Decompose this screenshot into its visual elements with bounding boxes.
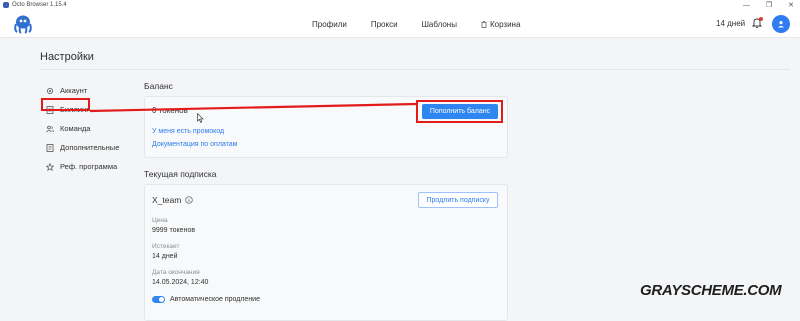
days-left-indicator: 14 дней xyxy=(716,19,746,28)
sidebar-item-team[interactable]: Команда xyxy=(46,119,119,138)
title-divider xyxy=(40,69,790,70)
auto-renew-label: Автоматическое продление xyxy=(170,296,260,303)
subscription-name: X_team xyxy=(152,195,193,205)
sidebar-item-label: Дополнительные xyxy=(60,143,120,152)
nav-trash-label: Корзина xyxy=(489,19,521,29)
team-icon xyxy=(46,125,54,132)
nav-templates[interactable]: Шаблоны xyxy=(422,20,457,29)
topup-highlight-box xyxy=(416,100,503,123)
sidebar-item-label: Аккаунт xyxy=(60,86,88,95)
title-bar: Octo Browser 1.15.4 — ❐ ✕ xyxy=(0,0,800,10)
window-title: Octo Browser 1.15.4 xyxy=(12,2,67,8)
price-value: 9999 токенов xyxy=(152,227,196,234)
sidebar-item-label: Реф. программа xyxy=(60,162,118,171)
list-icon xyxy=(46,143,54,152)
extend-subscription-button[interactable]: Продлить подписку xyxy=(418,192,498,208)
info-icon[interactable] xyxy=(185,196,193,204)
mouse-cursor-icon xyxy=(197,113,204,123)
subscription-section-title: Текущая подписка xyxy=(144,169,217,179)
nav-profiles[interactable]: Профили xyxy=(312,20,347,29)
maximize-button[interactable]: ❐ xyxy=(766,1,772,9)
sidebar-item-referral[interactable]: Реф. программа xyxy=(46,157,119,176)
promo-code-link[interactable]: У меня есть промокод xyxy=(152,128,224,135)
watermark: GRAYSCHEME.COM xyxy=(640,282,782,299)
close-button[interactable]: ✕ xyxy=(788,1,794,9)
star-icon xyxy=(46,162,54,171)
billing-highlight-box xyxy=(41,98,90,111)
end-date-label: Дата окончания xyxy=(152,269,200,276)
price-label: Цена xyxy=(152,217,168,224)
balance-section-title: Баланс xyxy=(144,81,173,91)
window-controls: — ❐ ✕ xyxy=(743,0,794,10)
subscription-name-label: X_team xyxy=(152,195,182,205)
minimize-button[interactable]: — xyxy=(743,2,750,9)
gear-icon xyxy=(47,87,53,94)
sidebar-item-additional[interactable]: Дополнительные xyxy=(46,138,119,157)
expires-label: Истекает xyxy=(152,243,180,250)
main-nav: Профили Прокси Шаблоны Корзина xyxy=(312,10,568,38)
user-icon xyxy=(778,21,784,28)
octo-logo-icon[interactable] xyxy=(12,14,34,34)
app-icon xyxy=(3,2,9,8)
sidebar-item-label: Команда xyxy=(60,124,91,133)
nav-trash[interactable]: Корзина xyxy=(481,20,544,29)
trash-icon xyxy=(481,20,487,28)
balance-tokens: 0 токенов xyxy=(152,106,188,115)
auto-renew-toggle[interactable] xyxy=(152,296,165,303)
nav-proxy[interactable]: Прокси xyxy=(371,20,398,29)
notification-dot xyxy=(759,17,763,21)
page-title: Настройки xyxy=(40,51,94,63)
avatar[interactable] xyxy=(772,15,790,33)
payment-docs-link[interactable]: Документация по оплатам xyxy=(152,141,238,148)
app-header: Профили Прокси Шаблоны Корзина 14 дней xyxy=(0,10,800,38)
settings-sidebar: Аккаунт Биллинг Команда Дополнительные Р… xyxy=(46,81,119,176)
expires-value: 14 дней xyxy=(152,253,178,260)
end-date-value: 14.05.2024, 12:40 xyxy=(152,279,209,286)
